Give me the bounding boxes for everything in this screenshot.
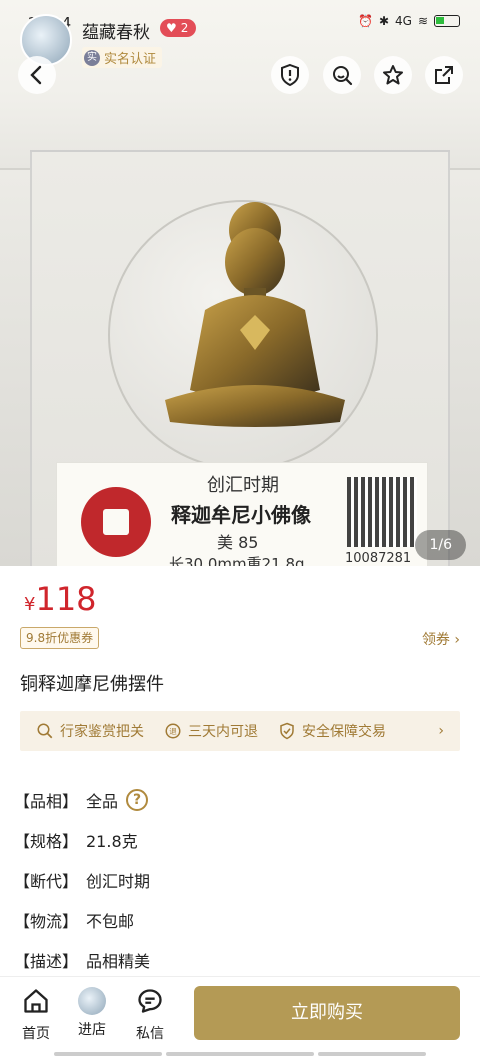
share-button[interactable] <box>425 56 463 94</box>
attribute-value: 21.8克 <box>86 832 138 851</box>
verify-shield-icon: 实 <box>84 49 100 66</box>
heart-icon: ♥ <box>166 21 177 35</box>
chevron-left-icon <box>30 65 42 85</box>
verified-badge: 实 实名认证 <box>82 47 163 68</box>
customer-service-button[interactable] <box>323 56 361 94</box>
verified-label: 实名认证 <box>104 52 157 67</box>
chevron-right-icon: › <box>438 723 444 739</box>
bluetooth-icon: ✱ <box>378 14 389 28</box>
vip-badge: ♥ 2 <box>160 19 197 37</box>
guarantee-label: 三天内可退 <box>188 724 258 740</box>
cert-size-weight: 长30.0mm重21.8g <box>169 555 305 566</box>
home-icon <box>24 989 48 1013</box>
status-icons: ⏰ ✱ 4G ≋ <box>358 14 460 28</box>
cert-seal-logo <box>81 487 151 557</box>
message-label: 私信 <box>136 1026 164 1042</box>
certificate-label: 创汇时期 释迦牟尼小佛像 美 85 长30.0mm重21.8g 10087281 <box>56 462 428 566</box>
svg-text:退: 退 <box>169 727 177 736</box>
return-icon: 退 <box>165 723 181 739</box>
gesture-bar <box>318 1052 426 1056</box>
guarantee-bar[interactable]: 行家鉴赏把关 退 三天内可退 安全保障交易 › <box>20 711 460 751</box>
price-value: 118 <box>35 580 97 618</box>
attribute-list: 【品相】 全品 ? 【规格】 21.8克 【断代】 创汇时期 【物流】 不包邮 … <box>14 780 150 980</box>
store-avatar-icon <box>78 987 106 1015</box>
image-counter: 1/6 <box>415 530 466 560</box>
vip-level: 2 <box>180 21 189 35</box>
store-label: 进店 <box>78 1022 106 1038</box>
service-icon <box>333 66 353 86</box>
guarantee-appraisal: 行家鉴赏把关 <box>36 721 144 741</box>
cert-period: 创汇时期 <box>207 475 279 496</box>
home-label: 首页 <box>22 1026 50 1042</box>
buy-now-button[interactable]: 立即购买 <box>194 986 460 1040</box>
shop-name[interactable]: 蕴藏春秋 <box>82 18 150 43</box>
back-button[interactable] <box>18 56 56 94</box>
favorite-button[interactable] <box>374 56 412 94</box>
attribute-description: 【描述】 品相精美 <box>14 940 150 980</box>
shield-check-icon <box>280 722 294 740</box>
attribute-era: 【断代】 创汇时期 <box>14 860 150 900</box>
star-icon <box>383 65 403 85</box>
attribute-spec: 【规格】 21.8克 <box>14 820 150 860</box>
guarantee-label: 安全保障交易 <box>302 724 386 740</box>
help-icon[interactable]: ? <box>126 789 149 811</box>
price: ¥118 <box>24 580 97 618</box>
share-icon <box>435 66 453 84</box>
attribute-key: 【物流】 <box>14 912 79 931</box>
attribute-key: 【品相】 <box>14 792 79 811</box>
report-button[interactable] <box>271 56 309 94</box>
message-tab[interactable]: 私信 <box>128 987 172 1043</box>
alarm-icon: ⏰ <box>357 14 373 28</box>
cert-grade: 美 85 <box>217 533 259 552</box>
guarantee-return: 退 三天内可退 <box>164 721 258 741</box>
guarantee-label: 行家鉴赏把关 <box>60 724 144 740</box>
bottom-bar: 首页 进店 私信 立即购买 <box>0 976 480 1056</box>
battery-icon <box>434 15 460 27</box>
status-bar: 21:34 ⏰ ✱ 4G ≋ <box>0 0 480 40</box>
store-tab[interactable]: 进店 <box>70 987 114 1039</box>
shield-alert-icon <box>281 63 299 87</box>
attribute-value: 不包邮 <box>86 912 135 931</box>
cert-item-name: 释迦牟尼小佛像 <box>171 503 311 527</box>
cert-number: 10087281 <box>345 551 412 566</box>
network-label: 4G <box>395 14 412 28</box>
magnifier-icon <box>37 723 53 739</box>
attribute-value: 全品 <box>86 792 119 811</box>
wifi-icon: ≋ <box>417 14 428 28</box>
product-title: 铜释迦摩尼佛摆件 <box>20 674 164 695</box>
guarantee-safe-trade: 安全保障交易 <box>278 721 386 741</box>
attribute-key: 【断代】 <box>14 872 79 891</box>
claim-coupon-link[interactable]: 领券 › <box>422 629 460 649</box>
buddha-figure-image <box>165 202 345 427</box>
gesture-bar <box>54 1052 162 1056</box>
chat-icon <box>138 989 162 1013</box>
attribute-key: 【规格】 <box>14 832 79 851</box>
attribute-key: 【描述】 <box>14 952 79 971</box>
qr-code <box>347 477 417 547</box>
price-currency: ¥ <box>24 594 36 615</box>
attribute-value: 品相精美 <box>86 952 151 971</box>
attribute-condition: 【品相】 全品 ? <box>14 780 150 820</box>
coupon-badge: 9.8折优惠券 <box>20 627 100 649</box>
attribute-value: 创汇时期 <box>86 872 151 891</box>
home-tab[interactable]: 首页 <box>14 987 58 1043</box>
attribute-shipping: 【物流】 不包邮 <box>14 900 150 940</box>
gesture-bar <box>166 1052 314 1056</box>
